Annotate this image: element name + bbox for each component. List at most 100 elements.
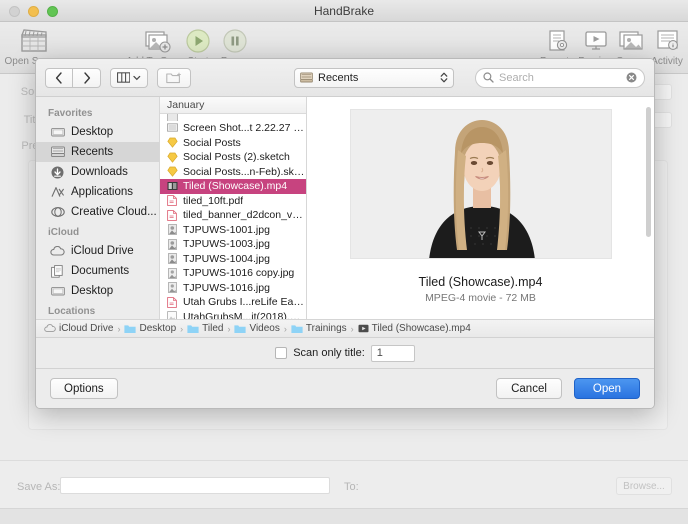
preview-column: Tiled (Showcase).mp4 MPEG-4 movie - 72 M… [307, 97, 654, 319]
list-item[interactable]: Social Posts (2).sketch [160, 150, 306, 165]
applications-icon [50, 185, 65, 199]
scan-only-title-checkbox[interactable] [275, 347, 288, 359]
list-item[interactable]: tiled_10ft.pdf [160, 194, 306, 209]
clear-icon [626, 72, 637, 83]
breadcrumb-label: Tiled (Showcase).mp4 [371, 323, 471, 334]
breadcrumb-separator: › [227, 323, 231, 334]
to-label: To: [344, 481, 359, 493]
sidebar-item-recents[interactable]: Recents [36, 142, 159, 162]
file-name: Utah Grubs I...reLife Eatery) [183, 296, 306, 309]
breadcrumb-item-videos[interactable]: Videos [234, 323, 280, 334]
view-mode-button[interactable] [110, 67, 148, 88]
save-as-input[interactable] [60, 477, 330, 494]
recents-icon [50, 145, 65, 159]
activity-icon [655, 26, 680, 55]
back-button[interactable] [45, 67, 73, 88]
list-item[interactable]: UtahGrubsM...it(2018).psd [160, 310, 306, 319]
sidebar-item-applications[interactable]: Applications [36, 182, 159, 202]
dialog-browser: Favorites Desktop Recents Downloads Appl… [36, 97, 654, 319]
folder-icon [124, 324, 137, 333]
breadcrumb-separator: › [350, 323, 354, 334]
photo-icon [166, 224, 178, 236]
breadcrumb-item-tiled[interactable]: Tiled [187, 323, 223, 334]
chevron-down-icon [133, 75, 141, 80]
search-icon [483, 72, 494, 83]
open-button[interactable]: Open [574, 378, 640, 399]
list-item[interactable] [160, 114, 306, 121]
breadcrumb-item-icloud-drive[interactable]: iCloud Drive [44, 323, 113, 334]
sidebar-item-desktop[interactable]: Desktop [36, 122, 159, 142]
browse-button[interactable]: Browse... [616, 477, 672, 495]
breadcrumb-item-file[interactable]: Tiled (Showcase).mp4 [358, 323, 471, 334]
list-item-selected[interactable]: Tiled (Showcase).mp4 [160, 179, 306, 194]
movie-icon [166, 180, 178, 192]
list-item[interactable]: TJPUWS-1001.jpg [160, 223, 306, 238]
list-item[interactable]: Screen Shot...t 2.22.27 PM [160, 121, 306, 136]
file-name: Social Posts (2).sketch [183, 151, 290, 164]
photo-icon [166, 238, 178, 250]
sidebar-label: Downloads [71, 166, 128, 178]
sidebar-section-favorites: Favorites [48, 108, 93, 119]
folder-icon [291, 324, 303, 333]
list-item[interactable]: Social Posts...n-Feb).sketch [160, 165, 306, 180]
sketch-icon [166, 137, 178, 149]
photo-icon [166, 267, 178, 279]
file-name: tiled_banner_d2dcon_v1.pdf [183, 209, 306, 222]
creative-cloud-icon [50, 205, 65, 219]
file-name: Tiled (Showcase).mp4 [183, 180, 288, 193]
sidebar-label: Applications [71, 186, 134, 198]
sidebar-item-icloud-drive[interactable]: iCloud Drive [36, 241, 159, 261]
output-bar: Save As: To: Browse... [0, 460, 688, 524]
sidebar-label: Creative Cloud... [71, 206, 157, 218]
toolbar-label: Activity [651, 56, 683, 67]
sidebar-item-documents[interactable]: Documents [36, 261, 159, 281]
dialog-sidebar: Favorites Desktop Recents Downloads Appl… [36, 97, 160, 319]
file-name: TJPUWS-1001.jpg [183, 223, 270, 236]
options-button[interactable]: Options [50, 378, 118, 399]
preview-scrollbar[interactable] [646, 107, 651, 237]
downloads-icon [50, 165, 65, 179]
cloud-icon [50, 244, 65, 258]
search-field[interactable]: Search [475, 67, 645, 88]
sidebar-section-icloud: iCloud [48, 227, 80, 238]
movie-icon [358, 324, 369, 333]
list-item[interactable]: TJPUWS-1003.jpg [160, 237, 306, 252]
file-name: TJPUWS-1003.jpg [183, 238, 270, 251]
save-as-label: Save As: [17, 481, 61, 493]
sidebar-label: Documents [71, 265, 130, 277]
list-item[interactable]: Social Posts [160, 136, 306, 151]
breadcrumb-label: iCloud Drive [59, 323, 114, 334]
sidebar-item-creative-cloud[interactable]: Creative Cloud... [36, 202, 159, 222]
window-title: HandBrake [313, 4, 375, 18]
navigation-buttons [45, 67, 101, 88]
chevron-right-icon [83, 71, 90, 84]
file-list-column: January Screen Shot...t 2.22.27 PM Socia… [160, 97, 307, 319]
list-item[interactable]: tiled_banner_d2dcon_v1.pdf [160, 208, 306, 223]
pdf-icon [166, 296, 178, 308]
cancel-button[interactable]: Cancel [496, 378, 562, 399]
window-titlebar: HandBrake [0, 0, 688, 22]
location-popup-button[interactable]: Recents [294, 67, 454, 88]
file-list[interactable]: Screen Shot...t 2.22.27 PM Social Posts [160, 114, 306, 319]
list-item[interactable]: TJPUWS-1004.jpg [160, 252, 306, 267]
dialog-accessory-view: Scan only title: 1 [36, 337, 654, 368]
breadcrumb-item-desktop[interactable]: Desktop [124, 323, 176, 334]
list-item[interactable]: TJPUWS-1016.jpg [160, 281, 306, 296]
sketch-icon [166, 151, 178, 163]
title-number-input[interactable]: 1 [370, 344, 415, 362]
breadcrumb: iCloud Drive › Desktop › Tiled › Videos … [36, 319, 654, 337]
sidebar-item-icloud-desktop[interactable]: Desktop [36, 281, 159, 301]
clapperboard-icon [19, 26, 49, 55]
breadcrumb-item-trainings[interactable]: Trainings [291, 323, 347, 334]
new-folder-button[interactable] [157, 67, 191, 88]
sidebar-item-downloads[interactable]: Downloads [36, 162, 159, 182]
new-folder-icon [166, 72, 181, 83]
open-file-dialog: Recents Search Favorites Desktop Recents… [35, 58, 655, 409]
forward-button[interactable] [73, 67, 101, 88]
list-item[interactable]: TJPUWS-1016 copy.jpg [160, 266, 306, 281]
list-item[interactable]: Utah Grubs I...reLife Eatery) [160, 295, 306, 310]
file-name: Social Posts...n-Feb).sketch [183, 165, 306, 178]
dialog-footer: Options Cancel Open [36, 368, 654, 408]
photo-icon [166, 253, 178, 265]
search-input[interactable]: Search [499, 72, 621, 84]
